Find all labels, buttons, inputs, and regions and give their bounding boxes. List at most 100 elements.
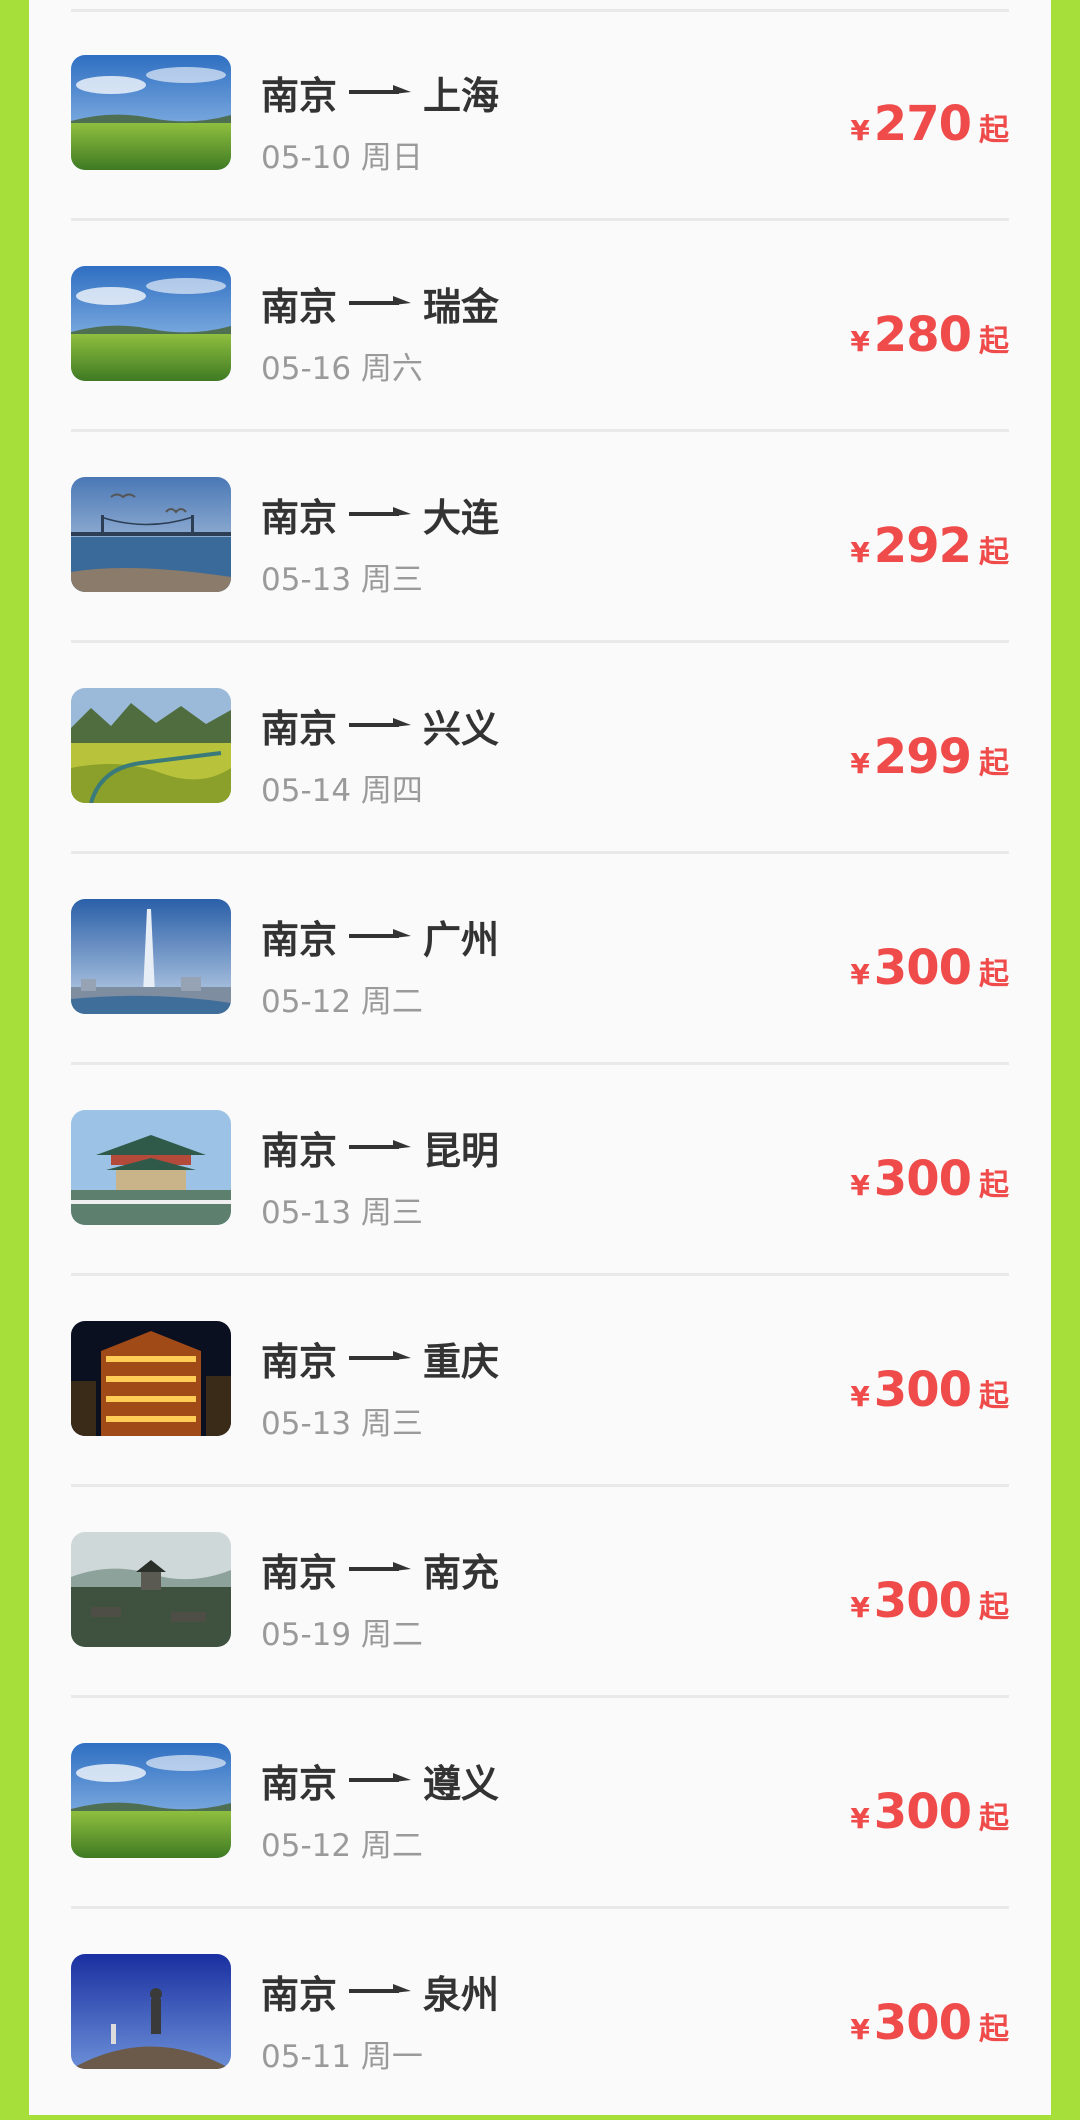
currency-symbol: ¥ [850, 325, 870, 358]
price-tag: ¥ 270 起 [850, 96, 1009, 152]
price-suffix: 起 [979, 1590, 1009, 1625]
price-tag: ¥ 300 起 [850, 1362, 1009, 1418]
destination-city: 大连 [423, 495, 500, 540]
departure-date: 05-12 周二 [261, 1828, 423, 1864]
origin-city: 南京 [261, 1339, 338, 1384]
arrow-right-icon [349, 1984, 412, 1998]
route-list: 南京 上海 05-10 周日 ¥ 270 起 南京 瑞金 05-16 周六 ¥ … [29, 10, 1051, 2120]
price-amount: 300 [873, 1362, 972, 1418]
price-tag: ¥ 300 起 [850, 1573, 1009, 1629]
price-suffix: 起 [979, 535, 1009, 570]
arrow-right-icon [349, 1773, 412, 1787]
origin-city: 南京 [261, 706, 338, 751]
destination-city: 重庆 [423, 1339, 500, 1384]
currency-symbol: ¥ [850, 747, 870, 780]
price-amount: 300 [873, 940, 972, 996]
departure-date: 05-13 周三 [261, 1195, 423, 1231]
destination-thumbnail [71, 1743, 231, 1858]
departure-date: 05-11 周一 [261, 2039, 423, 2075]
destination-city: 泉州 [423, 1972, 500, 2017]
price-amount: 280 [873, 307, 972, 363]
route-list-item[interactable]: 南京 泉州 05-11 周一 ¥ 300 起 [71, 1909, 1009, 2120]
origin-city: 南京 [261, 1128, 338, 1173]
arrow-right-icon [349, 718, 412, 732]
destination-city: 瑞金 [423, 284, 500, 329]
currency-symbol: ¥ [850, 958, 870, 991]
currency-symbol: ¥ [850, 536, 870, 569]
price-tag: ¥ 292 起 [850, 518, 1009, 574]
origin-city: 南京 [261, 1761, 338, 1806]
origin-city: 南京 [261, 73, 338, 118]
destination-thumbnail [71, 1321, 231, 1436]
price-tag: ¥ 300 起 [850, 940, 1009, 996]
route-list-item[interactable]: 南京 兴义 05-14 周四 ¥ 299 起 [71, 643, 1009, 854]
route-title: 南京 兴义 [261, 699, 499, 751]
route-list-item[interactable]: 南京 南充 05-19 周二 ¥ 300 起 [71, 1487, 1009, 1698]
route-list-item[interactable]: 南京 瑞金 05-16 周六 ¥ 280 起 [71, 221, 1009, 432]
route-title: 南京 大连 [261, 488, 499, 540]
route-list-item[interactable]: 南京 昆明 05-13 周三 ¥ 300 起 [71, 1065, 1009, 1276]
route-title: 南京 南充 [261, 1543, 499, 1595]
route-list-item[interactable]: 南京 重庆 05-13 周三 ¥ 300 起 [71, 1276, 1009, 1487]
route-title: 南京 昆明 [261, 1121, 499, 1173]
price-suffix: 起 [979, 746, 1009, 781]
destination-city: 遵义 [423, 1761, 500, 1806]
destination-thumbnail [71, 899, 231, 1014]
origin-city: 南京 [261, 1972, 338, 2017]
price-amount: 270 [873, 96, 972, 152]
price-amount: 300 [873, 1995, 972, 2051]
destination-thumbnail [71, 477, 231, 592]
currency-symbol: ¥ [850, 114, 870, 147]
departure-date: 05-16 周六 [261, 351, 423, 387]
price-amount: 300 [873, 1151, 972, 1207]
arrow-right-icon [349, 1351, 412, 1365]
destination-thumbnail [71, 688, 231, 803]
destination-city: 南充 [423, 1550, 500, 1595]
arrow-right-icon [349, 1140, 412, 1154]
price-suffix: 起 [979, 957, 1009, 992]
price-tag: ¥ 300 起 [850, 1995, 1009, 2051]
price-tag: ¥ 299 起 [850, 729, 1009, 785]
arrow-right-icon [349, 296, 412, 310]
currency-symbol: ¥ [850, 1169, 870, 1202]
destination-city: 昆明 [423, 1128, 500, 1173]
currency-symbol: ¥ [850, 1591, 870, 1624]
route-title: 南京 重庆 [261, 1332, 499, 1384]
price-tag: ¥ 300 起 [850, 1784, 1009, 1840]
price-suffix: 起 [979, 1801, 1009, 1836]
destination-thumbnail [71, 1532, 231, 1647]
route-list-item[interactable]: 南京 遵义 05-12 周二 ¥ 300 起 [71, 1698, 1009, 1909]
price-amount: 300 [873, 1573, 972, 1629]
route-list-item[interactable]: 南京 广州 05-12 周二 ¥ 300 起 [71, 854, 1009, 1065]
route-list-item[interactable]: 南京 大连 05-13 周三 ¥ 292 起 [71, 432, 1009, 643]
price-suffix: 起 [979, 1168, 1009, 1203]
currency-symbol: ¥ [850, 1380, 870, 1413]
destination-city: 兴义 [423, 706, 500, 751]
route-list-item[interactable]: 南京 上海 05-10 周日 ¥ 270 起 [71, 10, 1009, 221]
departure-date: 05-13 周三 [261, 562, 423, 598]
arrow-right-icon [349, 1562, 412, 1576]
currency-symbol: ¥ [850, 2013, 870, 2046]
destination-thumbnail [71, 55, 231, 170]
destination-city: 上海 [423, 73, 500, 118]
origin-city: 南京 [261, 495, 338, 540]
price-suffix: 起 [979, 1379, 1009, 1414]
origin-city: 南京 [261, 917, 338, 962]
price-suffix: 起 [979, 324, 1009, 359]
arrow-right-icon [349, 929, 412, 943]
currency-symbol: ¥ [850, 1802, 870, 1835]
departure-date: 05-10 周日 [261, 140, 423, 176]
route-list-panel: 南京 上海 05-10 周日 ¥ 270 起 南京 瑞金 05-16 周六 ¥ … [29, 0, 1051, 2115]
price-amount: 299 [873, 729, 972, 785]
origin-city: 南京 [261, 1550, 338, 1595]
route-title: 南京 遵义 [261, 1754, 499, 1806]
route-title: 南京 泉州 [261, 1965, 499, 2017]
price-amount: 300 [873, 1784, 972, 1840]
departure-date: 05-14 周四 [261, 773, 423, 809]
route-title: 南京 广州 [261, 910, 499, 962]
price-amount: 292 [873, 518, 972, 574]
origin-city: 南京 [261, 284, 338, 329]
price-tag: ¥ 300 起 [850, 1151, 1009, 1207]
departure-date: 05-13 周三 [261, 1406, 423, 1442]
arrow-right-icon [349, 85, 412, 99]
